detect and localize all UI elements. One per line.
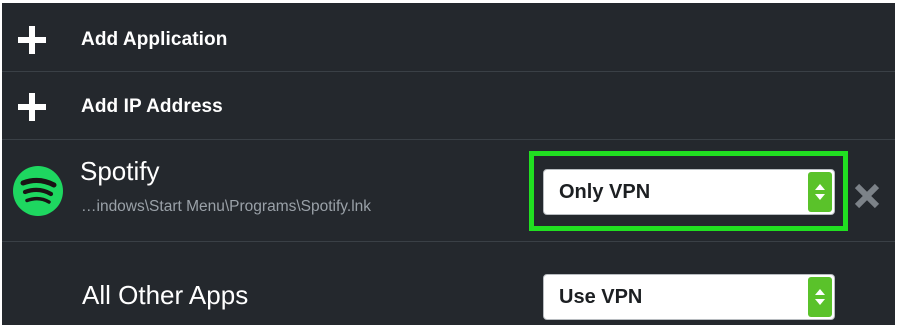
add-application-label: Add Application xyxy=(81,29,228,50)
all-other-apps-row: All Other Apps Use VPN xyxy=(2,242,895,325)
app-path: …indows\Start Menu\Programs\Spotify.lnk xyxy=(81,198,372,215)
plus-icon xyxy=(18,26,46,54)
spotify-icon xyxy=(13,166,63,216)
plus-icon xyxy=(18,93,46,121)
updown-arrows-icon xyxy=(808,172,832,212)
split-tunnel-app-list: Add Application Add IP Address Spotify …… xyxy=(2,3,895,325)
updown-arrows-icon xyxy=(808,277,832,317)
add-ip-address-row[interactable]: Add IP Address xyxy=(2,72,895,140)
add-application-row[interactable]: Add Application xyxy=(2,3,895,72)
vpn-mode-value: Only VPN xyxy=(559,181,651,203)
default-vpn-mode-value: Use VPN xyxy=(559,286,643,308)
app-name: Spotify xyxy=(80,156,160,186)
all-other-apps-label: All Other Apps xyxy=(82,280,249,310)
vpn-mode-select[interactable]: Only VPN xyxy=(543,169,835,215)
add-ip-address-label: Add IP Address xyxy=(81,96,223,117)
app-row-spotify: Spotify …indows\Start Menu\Programs\Spot… xyxy=(2,140,895,242)
default-vpn-mode-select[interactable]: Use VPN xyxy=(543,274,835,320)
remove-icon[interactable] xyxy=(854,183,880,209)
